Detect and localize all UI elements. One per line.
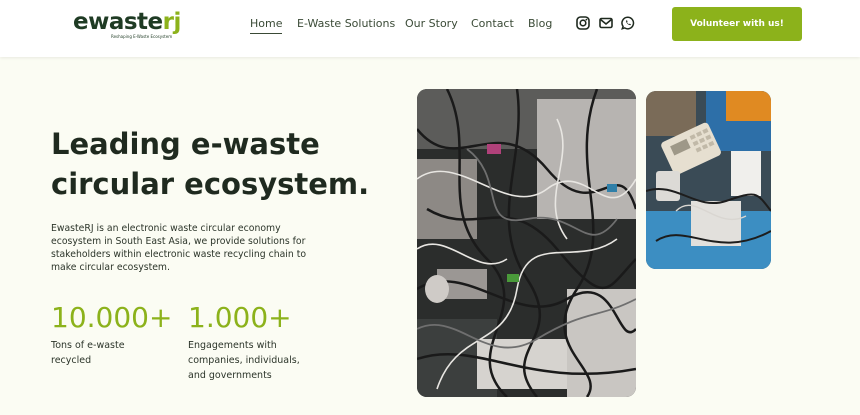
nav-item-blog[interactable]: Blog xyxy=(528,17,552,31)
e-waste-phones-photo xyxy=(646,91,771,269)
e-waste-cables-photo xyxy=(417,89,636,397)
stat-value-tons: 10.000+ xyxy=(51,301,173,334)
stat-label-engagements: Engagements with companies, individuals,… xyxy=(188,338,328,383)
logo-wordmark: ewasterj xyxy=(73,9,181,35)
stat-value-engagements: 1.000+ xyxy=(188,301,292,334)
mail-icon[interactable] xyxy=(599,16,613,30)
stat-label-line: and governments xyxy=(188,370,272,381)
hero-title-line-1: Leading e-waste xyxy=(51,127,320,161)
volunteer-button[interactable]: Volunteer with us! xyxy=(672,7,802,41)
nav-item-e-waste-solutions[interactable]: E-Waste Solutions xyxy=(297,17,395,31)
hero-title-line-2: circular ecosystem. xyxy=(51,167,370,201)
stat-label-tons: Tons of e-waste recycled xyxy=(51,338,171,368)
nav-item-contact[interactable]: Contact xyxy=(471,17,514,31)
hero-description: EwasteRJ is an electronic waste circular… xyxy=(51,223,307,273)
stat-label-line: Tons of e-waste xyxy=(51,340,125,351)
stat-label-line: Engagements with xyxy=(188,340,277,351)
stat-label-line: companies, individuals, xyxy=(188,355,300,366)
logo-tagline: Reshaping E-Waste Ecosystem xyxy=(111,34,173,39)
instagram-icon[interactable] xyxy=(576,16,590,30)
hero-title: Leading e-waste circular ecosystem. xyxy=(51,124,391,204)
brand-logo[interactable]: ewasterj Reshaping E-Waste Ecosystem xyxy=(73,8,181,40)
stat-label-line: recycled xyxy=(51,355,92,366)
nav-item-our-story[interactable]: Our Story xyxy=(405,17,458,31)
site-header: ewasterj Reshaping E-Waste Ecosystem Hom… xyxy=(0,0,860,57)
nav-item-home[interactable]: Home xyxy=(250,17,283,34)
whatsapp-icon[interactable] xyxy=(621,16,635,30)
